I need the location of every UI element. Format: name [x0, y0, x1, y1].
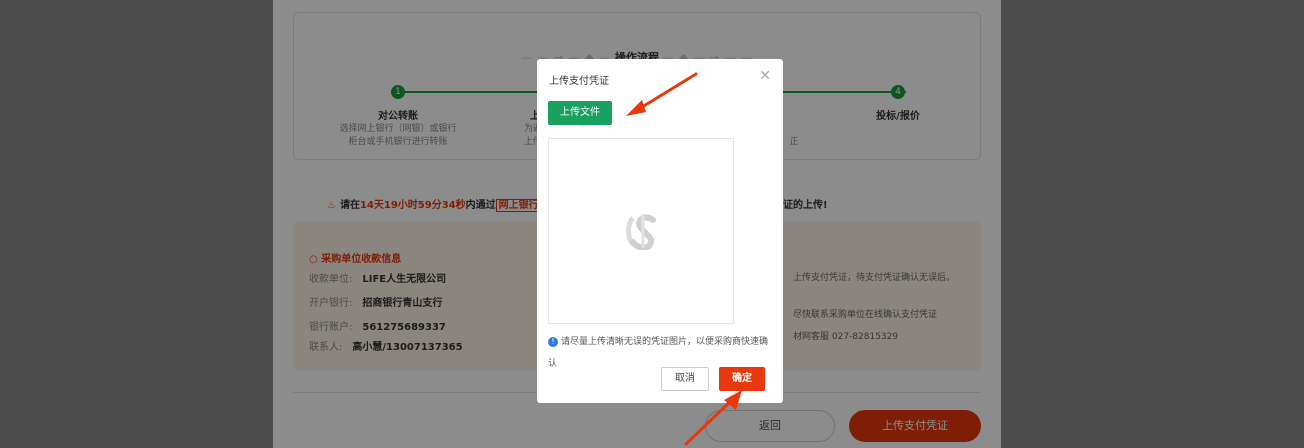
annotation-arrow-icon: [684, 390, 742, 446]
image-placeholder-icon: [626, 214, 656, 250]
info-icon: !: [548, 337, 558, 347]
image-preview-area[interactable]: [548, 138, 734, 324]
upload-hint-text: 请尽量上传清晰无误的凭证图片，以便采购商快速确认: [548, 337, 769, 369]
upload-file-button[interactable]: 上传文件: [548, 101, 612, 125]
annotation-arrow-icon: [626, 72, 698, 116]
close-icon[interactable]: ✕: [759, 68, 771, 84]
modal-title: 上传支付凭证: [549, 76, 609, 87]
